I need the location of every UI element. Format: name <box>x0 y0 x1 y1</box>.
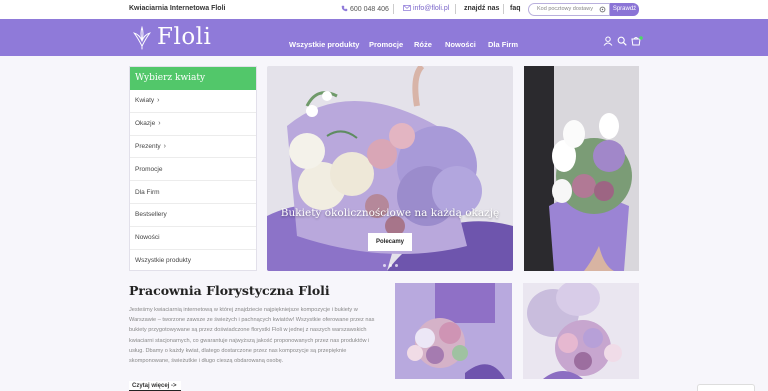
category-item-gifts[interactable]: Prezenty › <box>130 136 256 159</box>
category-item-flowers[interactable]: Kwiaty › <box>130 90 256 113</box>
category-label: Promocje <box>135 165 163 173</box>
menu-new[interactable]: Nowości <box>445 40 476 49</box>
slider-dot[interactable] <box>395 264 398 267</box>
photo-tile-purple-box[interactable] <box>395 283 512 379</box>
read-more-button[interactable]: Czytaj więcej -> <box>129 381 181 391</box>
hero-cta-button[interactable]: Polecamy <box>368 233 412 251</box>
purple-box-bouquet-image <box>395 283 512 379</box>
logo-text: Floli <box>157 24 212 50</box>
logo[interactable]: Floli <box>129 24 211 50</box>
about-title: Pracownia Florystyczna Floli <box>129 283 330 298</box>
zip-check-button[interactable]: Sprawdź <box>610 3 639 16</box>
menu-promotions[interactable]: Promocje <box>369 40 403 49</box>
category-label: Okazje <box>135 120 156 128</box>
category-label: Kwiaty <box>135 97 155 105</box>
about-text: Jesteśmy kwiaciarnią internetową w które… <box>129 307 375 365</box>
slider-dots[interactable] <box>383 264 398 267</box>
header-icons <box>603 36 643 46</box>
slider-dot[interactable] <box>383 264 386 267</box>
category-item-companies[interactable]: Dla Firm <box>130 181 256 204</box>
phone-link[interactable]: 600 048 406 <box>341 5 389 13</box>
menu-for-companies[interactable]: Dla Firm <box>488 40 518 49</box>
faq-link[interactable]: faq <box>510 5 521 12</box>
slider-dot[interactable] <box>389 264 392 267</box>
hero-caption: Bukiety okolicznościowe na każdą okazję <box>280 207 500 219</box>
divider <box>455 4 456 14</box>
photo-tile-balloon-box[interactable] <box>523 283 639 379</box>
shop-name: Kwiaciarnia Internetowa Floli <box>129 5 226 12</box>
location-icon <box>599 6 606 13</box>
divider <box>393 4 394 14</box>
category-item-promotions[interactable]: Promocje <box>130 158 256 182</box>
email-address: info@floli.pl <box>413 5 450 12</box>
orchid-box-image <box>524 66 639 271</box>
top-bar: Kwiaciarnia Internetowa Floli 600 048 40… <box>0 0 768 19</box>
category-label: Dla Firm <box>135 188 160 196</box>
main-nav <box>0 19 768 56</box>
category-label: Prezenty <box>135 142 161 150</box>
cart-icon[interactable] <box>631 36 643 46</box>
menu-all-products[interactable]: Wszystkie produkty <box>289 40 359 49</box>
user-icon[interactable] <box>603 36 613 46</box>
chevron-right-icon: › <box>158 120 161 128</box>
category-item-all-products[interactable]: Wszystkie produkty <box>130 250 256 273</box>
menu-roses[interactable]: Róże <box>414 40 432 49</box>
phone-icon <box>341 5 348 12</box>
hero-slider[interactable]: Bukiety okolicznościowe na każdą okazję … <box>267 66 513 271</box>
category-item-new[interactable]: Nowości <box>130 227 256 250</box>
chevron-right-icon: › <box>163 142 166 150</box>
mail-icon <box>403 5 411 11</box>
promo-photo-orchid-box[interactable] <box>524 66 639 271</box>
chevron-right-icon: › <box>157 97 160 105</box>
zip-code-input[interactable]: Kod pocztowy dostawy <box>528 3 610 16</box>
find-us-link[interactable]: znajdź nas <box>464 5 499 12</box>
category-label: Nowości <box>135 234 160 242</box>
category-item-occasions[interactable]: Okazje › <box>130 113 256 136</box>
category-heading: Wybierz kwiaty <box>130 67 256 90</box>
phone-number: 600 048 406 <box>350 6 389 13</box>
category-label: Wszystkie produkty <box>135 257 191 265</box>
email-link[interactable]: info@floli.pl <box>403 5 449 12</box>
flower-logo-icon <box>132 25 152 50</box>
category-item-bestsellers[interactable]: Bestsellery <box>130 204 256 227</box>
search-icon[interactable] <box>617 36 627 46</box>
balloon-box-image <box>523 283 639 379</box>
chat-widget-tab[interactable] <box>697 384 755 391</box>
category-label: Bestsellery <box>135 211 167 219</box>
category-menu: Wybierz kwiaty Kwiaty › Okazje › Prezenty ›… <box>129 66 257 271</box>
divider <box>503 4 504 14</box>
